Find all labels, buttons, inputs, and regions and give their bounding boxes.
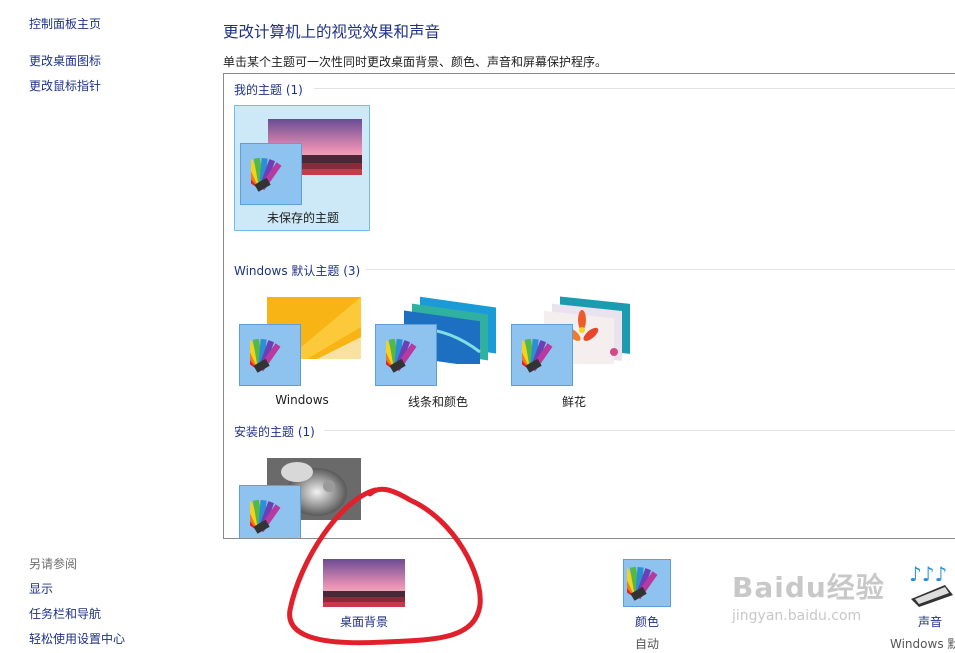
- color-fan-icon: [522, 338, 553, 373]
- group-divider: [324, 430, 955, 431]
- page-description: 单击某个主题可一次性同时更改桌面背景、颜色、声音和屏幕保护程序。: [223, 55, 608, 69]
- group-divider: [366, 269, 955, 270]
- color-value: 自动: [635, 637, 660, 651]
- color-swatch-icon: [375, 324, 437, 386]
- baidu-watermark: Baidu经验 jingyan.baidu.com: [732, 566, 885, 624]
- watermark-url: jingyan.baidu.com: [732, 608, 862, 624]
- nav-ease-of-access-center[interactable]: 轻松使用设置中心: [29, 630, 125, 647]
- color-fan-icon: [611, 566, 658, 601]
- color-swatch-icon: [240, 143, 302, 205]
- color-fan-icon: [250, 338, 281, 373]
- group-header-default-themes[interactable]: Windows 默认主题 (3): [234, 262, 360, 279]
- music-notes-icon: ♪♪♪: [909, 562, 953, 607]
- group-header-installed-themes[interactable]: 安装的主题 (1): [234, 423, 315, 440]
- theme-name: 鲜花: [561, 395, 586, 409]
- svg-text:♪♪♪: ♪♪♪: [909, 562, 947, 586]
- theme-name: 线条和颜色: [407, 395, 468, 409]
- theme-tile-flowers[interactable]: 鲜花: [506, 286, 642, 412]
- color-fan-icon: [251, 157, 282, 192]
- color-fan-icon: [386, 338, 417, 373]
- nav-change-desktop-icons[interactable]: 更改桌面图标: [29, 52, 101, 69]
- theme-tile-windows[interactable]: Windows: [234, 286, 370, 412]
- sound-label[interactable]: 声音: [918, 613, 942, 630]
- sound-value: Windows 默: [890, 637, 955, 651]
- watermark-brand: Baidu经验: [732, 571, 885, 604]
- group-divider: [314, 88, 955, 89]
- page-title: 更改计算机上的视觉效果和声音: [223, 23, 441, 41]
- color-swatch-icon: [239, 324, 301, 386]
- nav-change-mouse-pointers[interactable]: 更改鼠标指针: [29, 77, 101, 94]
- see-also-title: 另请参阅: [29, 557, 78, 571]
- nav-taskbar-navigation[interactable]: 任务栏和导航: [29, 605, 101, 622]
- left-navigation: 控制面板主页 更改桌面图标 更改鼠标指针 另请参阅 显示 任务栏和导航 轻松使用…: [0, 0, 200, 653]
- group-header-my-themes[interactable]: 我的主题 (1): [234, 81, 303, 98]
- color-button[interactable]: [611, 559, 671, 607]
- color-swatch-icon: [511, 324, 573, 386]
- theme-tile-unsaved[interactable]: 未保存的主题: [234, 105, 370, 231]
- red-annotation-circle: [287, 486, 483, 646]
- theme-name: 未保存的主题: [266, 211, 339, 225]
- color-label[interactable]: 颜色: [635, 613, 659, 630]
- nav-display[interactable]: 显示: [29, 580, 53, 597]
- nav-control-panel-home[interactable]: 控制面板主页: [29, 15, 101, 32]
- theme-tile-lines-colors[interactable]: 线条和颜色: [370, 286, 506, 412]
- sound-button[interactable]: ♪♪♪: [905, 559, 955, 607]
- theme-name: Windows: [275, 393, 329, 407]
- theme-list-panel[interactable]: 我的主题 (1) 未保存的主题 Windows 默认主题 (3) Windows…: [223, 73, 955, 539]
